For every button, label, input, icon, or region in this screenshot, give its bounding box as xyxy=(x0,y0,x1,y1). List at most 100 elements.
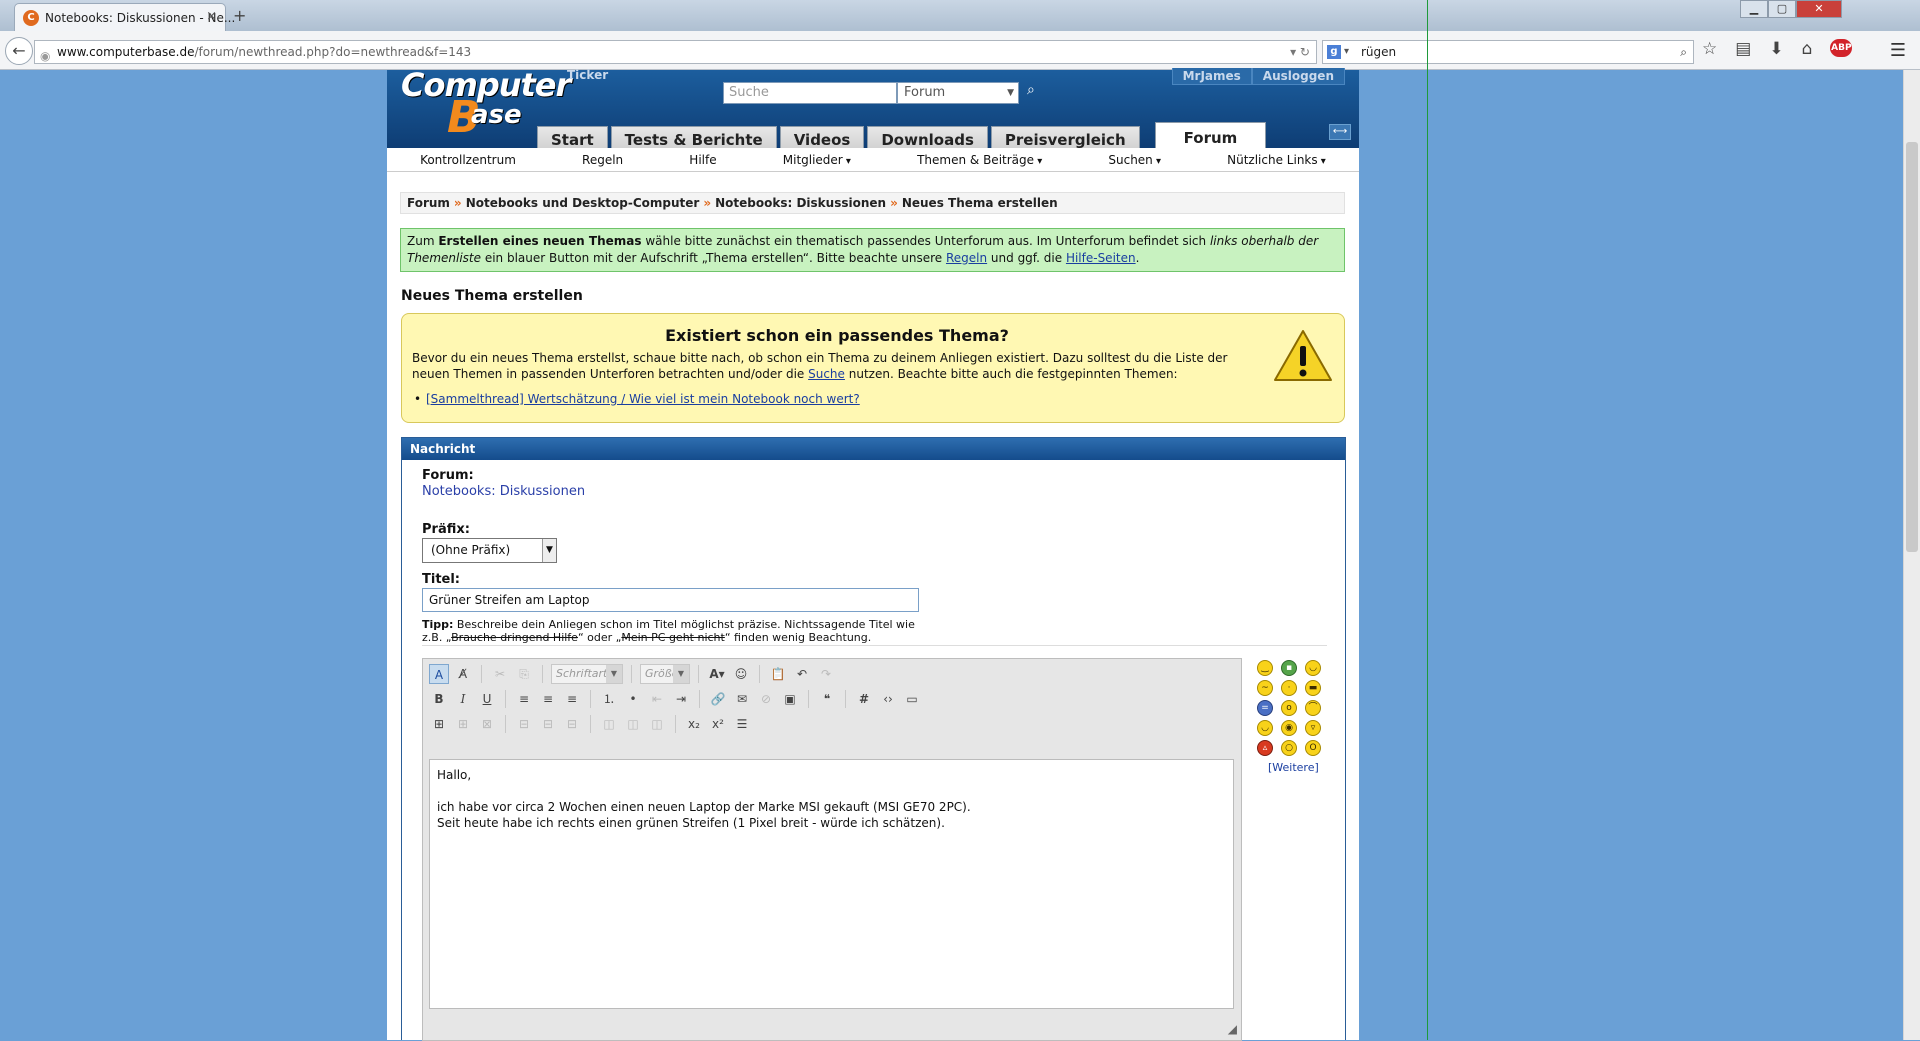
close-window-button[interactable]: ✕ xyxy=(1796,0,1842,18)
subnav-regeln[interactable]: Regeln xyxy=(582,148,623,171)
cut-icon[interactable]: ✂ xyxy=(490,664,510,684)
indent-icon[interactable]: ⇥ xyxy=(671,689,691,709)
ticker-link[interactable]: Ticker xyxy=(567,68,608,82)
breadcrumb-category[interactable]: Notebooks und Desktop-Computer xyxy=(466,196,700,210)
smile-icon[interactable]: ‿ xyxy=(1257,660,1273,676)
new-tab-button[interactable]: + xyxy=(233,6,246,25)
subnav-kontrollzentrum[interactable]: Kontrollzentrum xyxy=(420,148,516,171)
scrollbar-thumb[interactable] xyxy=(1906,142,1918,552)
subnav-themen[interactable]: Themen & Beiträge xyxy=(917,148,1042,171)
browser-search-box[interactable]: g ▾ rügen ⌕ xyxy=(1322,40,1694,64)
search-scope-select[interactable]: Forum ▼ xyxy=(897,82,1019,104)
subnav-links[interactable]: Nützliche Links xyxy=(1227,148,1326,171)
insert-row-below-icon[interactable]: ⊟ xyxy=(538,714,558,734)
undo-icon[interactable]: ↶ xyxy=(792,664,812,684)
search-link[interactable]: Suche xyxy=(808,367,845,381)
chevron-down-icon[interactable]: ▾ xyxy=(1344,41,1349,63)
more-smilies-link[interactable]: [Weitere] xyxy=(1268,761,1319,774)
wink-icon[interactable]: ~ xyxy=(1257,680,1273,696)
greenie-icon[interactable]: ▪ xyxy=(1281,660,1297,676)
insert-row-above-icon[interactable]: ⊟ xyxy=(514,714,534,734)
hamburger-menu-icon[interactable]: ☰ xyxy=(1890,40,1906,61)
code-icon[interactable]: ‹› xyxy=(878,689,898,709)
evil-icon[interactable]: ▿ xyxy=(1305,720,1321,736)
resize-grip-icon[interactable]: ◢ xyxy=(1228,1022,1237,1036)
tab-close-icon[interactable]: × xyxy=(206,9,217,24)
username-link[interactable]: MrJames xyxy=(1171,68,1252,85)
table-icon[interactable]: ⊞ xyxy=(429,714,449,734)
rules-link[interactable]: Regeln xyxy=(946,251,987,265)
paste-icon[interactable]: 📋 xyxy=(768,664,788,684)
title-input[interactable]: Grüner Streifen am Laptop xyxy=(422,588,919,612)
smilie-icon[interactable]: ☺ xyxy=(731,664,751,684)
align-left-icon[interactable]: ≡ xyxy=(514,689,534,709)
horizontal-rule-icon[interactable]: ☰ xyxy=(732,714,752,734)
unlink-icon[interactable]: ⊘ xyxy=(756,689,776,709)
home-icon[interactable]: ⌂ xyxy=(1802,39,1813,59)
subnav-suchen[interactable]: Suchen xyxy=(1108,148,1161,171)
maximize-button[interactable]: ▢ xyxy=(1768,0,1796,18)
bookmark-star-icon[interactable]: ☆ xyxy=(1702,39,1717,59)
image-icon[interactable]: ▣ xyxy=(780,689,800,709)
sticky-thread-link[interactable]: [Sammelthread] Wertschätzung / Wie viel … xyxy=(426,392,860,406)
site-search-icon[interactable]: ⌕ xyxy=(1027,82,1035,98)
hash-icon[interactable]: # xyxy=(854,689,874,709)
copy-icon[interactable]: ⎘ xyxy=(514,664,534,684)
link-icon[interactable]: 🔗 xyxy=(708,689,728,709)
mad-icon[interactable]: ▵ xyxy=(1257,740,1273,756)
italic-icon[interactable]: I xyxy=(453,689,473,709)
reading-list-icon[interactable]: ▤ xyxy=(1735,39,1751,59)
width-toggle-icon[interactable]: ⟷ xyxy=(1329,124,1351,140)
size-select[interactable]: Größe ▼ xyxy=(640,664,690,684)
delete-col-icon[interactable]: ◫ xyxy=(647,714,667,734)
underline-icon[interactable]: U xyxy=(477,689,497,709)
align-right-icon[interactable]: ≡ xyxy=(562,689,582,709)
subnav-mitglieder[interactable]: Mitglieder xyxy=(783,148,851,171)
outdent-icon[interactable]: ⇤ xyxy=(647,689,667,709)
stars-icon[interactable]: = xyxy=(1257,700,1273,716)
text-color-icon[interactable]: A▾ xyxy=(707,664,727,684)
page-scrollbar[interactable] xyxy=(1903,70,1920,1040)
insert-col-left-icon[interactable]: ◫ xyxy=(599,714,619,734)
search-icon[interactable]: ⌕ xyxy=(1680,41,1687,63)
insert-col-right-icon[interactable]: ◫ xyxy=(623,714,643,734)
huh-icon[interactable]: o xyxy=(1281,700,1297,716)
php-icon[interactable]: ▭ xyxy=(902,689,922,709)
prefix-select[interactable]: (Ohne Präfix) ▼ xyxy=(422,538,557,563)
eek-icon[interactable]: ○ xyxy=(1281,740,1297,756)
minimize-button[interactable]: ▁ xyxy=(1740,0,1768,18)
delete-table-icon[interactable]: ⊠ xyxy=(477,714,497,734)
lol-icon[interactable]: ◉ xyxy=(1281,720,1297,736)
grin-icon[interactable]: ◡ xyxy=(1305,660,1321,676)
redo-icon[interactable]: ↷ xyxy=(816,664,836,684)
quote-icon[interactable]: ❝ xyxy=(817,689,837,709)
unordered-list-icon[interactable]: • xyxy=(623,689,643,709)
download-icon[interactable]: ⬇ xyxy=(1769,39,1783,59)
computerbase-logo[interactable]: Computer B ase xyxy=(399,66,571,143)
adblock-icon[interactable]: ABP xyxy=(1830,39,1853,57)
site-search-input[interactable]: Suche xyxy=(723,82,897,104)
superscript-icon[interactable]: x² xyxy=(708,714,728,734)
table-props-icon[interactable]: ⊞ xyxy=(453,714,473,734)
remove-format-icon[interactable]: A̸ xyxy=(453,664,473,684)
url-bar[interactable]: ◉ www.computerbase.de/forum/newthread.ph… xyxy=(34,40,1317,64)
back-button[interactable]: ← xyxy=(5,37,33,65)
logout-link[interactable]: Ausloggen xyxy=(1251,68,1345,85)
help-link[interactable]: Hilfe-Seiten xyxy=(1066,251,1136,265)
email-icon[interactable]: ✉ xyxy=(732,689,752,709)
cool-icon[interactable]: ▬ xyxy=(1305,680,1321,696)
shocked-icon[interactable]: O xyxy=(1305,740,1321,756)
frown-icon[interactable]: ⌒ xyxy=(1305,700,1321,716)
font-select[interactable]: Schriftart ▼ xyxy=(551,664,623,684)
confused-icon[interactable]: · xyxy=(1281,680,1297,696)
browser-tab[interactable]: C Notebooks: Diskussionen - Ne... × xyxy=(14,3,235,31)
subscript-icon[interactable]: x₂ xyxy=(684,714,704,734)
reload-icon[interactable]: ▾ ↻ xyxy=(1290,41,1310,63)
subnav-hilfe[interactable]: Hilfe xyxy=(689,148,716,171)
delete-row-icon[interactable]: ⊟ xyxy=(562,714,582,734)
ordered-list-icon[interactable]: ⒈ xyxy=(599,689,619,709)
happy-icon[interactable]: ◡ xyxy=(1257,720,1273,736)
breadcrumb-subforum[interactable]: Notebooks: Diskussionen xyxy=(715,196,886,210)
bold-icon[interactable]: B xyxy=(429,689,449,709)
wysiwyg-mode-icon[interactable]: A xyxy=(429,664,449,684)
